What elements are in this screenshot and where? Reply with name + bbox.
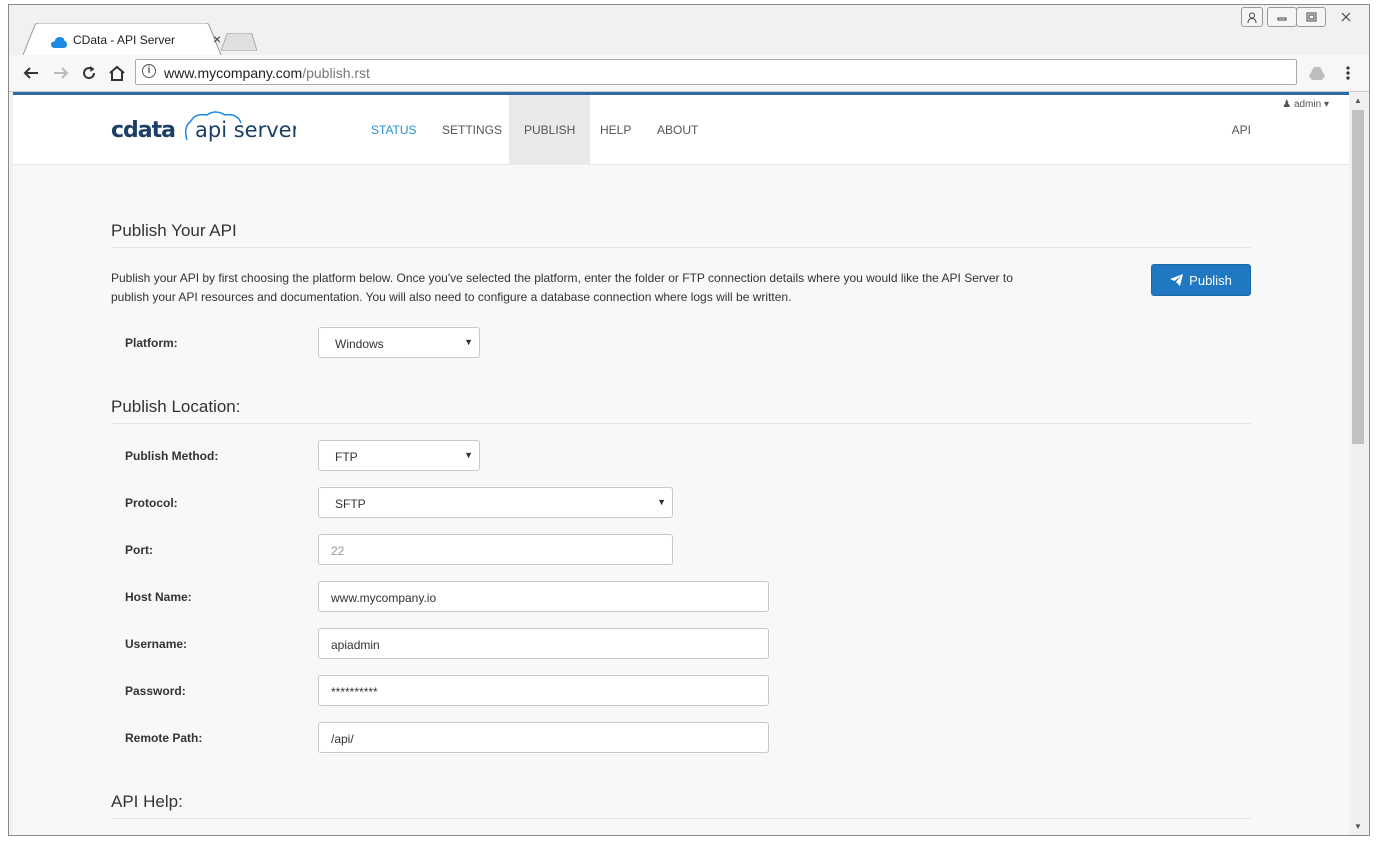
chevron-down-icon: ▼ xyxy=(464,450,473,460)
username-field[interactable]: apiadmin xyxy=(318,628,769,659)
home-icon[interactable] xyxy=(105,61,129,85)
caret-down-icon: ▾ xyxy=(1323,99,1329,110)
url-host: www.mycompany.com xyxy=(164,65,303,81)
user-name: admin xyxy=(1293,99,1322,110)
chevron-down-icon: ▼ xyxy=(657,497,666,507)
user-profile-icon[interactable] xyxy=(1241,7,1263,27)
nav-about[interactable]: ABOUT xyxy=(642,95,713,165)
drive-extension-icon[interactable] xyxy=(1305,61,1329,85)
protocol-label: Protocol: xyxy=(125,496,178,510)
api-help-heading: API Help: xyxy=(111,792,183,811)
divider xyxy=(111,423,1251,424)
username-value: apiadmin xyxy=(331,638,380,652)
protocol-select[interactable]: SFTP ▼ xyxy=(318,487,673,518)
cdata-logo[interactable]: cdata api server xyxy=(111,109,301,150)
paper-plane-icon xyxy=(1170,274,1184,286)
address-bar[interactable]: i www.mycompany.com/publish.rst xyxy=(135,59,1297,85)
cloud-icon xyxy=(51,35,67,53)
publish-button[interactable]: Publish xyxy=(1151,264,1251,296)
platform-select[interactable]: Windows ▼ xyxy=(318,327,480,358)
close-tab-icon[interactable]: × xyxy=(213,31,221,47)
divider xyxy=(111,818,1251,819)
url-text: www.mycompany.com/publish.rst xyxy=(164,65,370,81)
nav-status[interactable]: STATUS xyxy=(356,95,432,165)
svg-text:cdata: cdata xyxy=(111,118,175,143)
chevron-down-icon: ▼ xyxy=(464,337,473,347)
method-value: FTP xyxy=(335,450,358,464)
tab-title: CData - API Server xyxy=(73,33,176,47)
password-value: ********** xyxy=(331,685,378,699)
remote-path-field[interactable]: /api/ xyxy=(318,722,769,753)
password-label: Password: xyxy=(125,684,186,698)
location-heading: Publish Location: xyxy=(111,397,241,416)
protocol-value: SFTP xyxy=(335,497,366,511)
publish-method-select[interactable]: FTP ▼ xyxy=(318,440,480,471)
browser-tab[interactable]: CData - API Server × xyxy=(23,23,222,55)
url-path: /publish.rst xyxy=(302,65,370,81)
host-name-field[interactable]: www.mycompany.io xyxy=(318,581,769,612)
scroll-up-icon[interactable]: ▲ xyxy=(1349,96,1367,105)
menu-icon[interactable] xyxy=(1336,61,1360,85)
new-tab-button[interactable] xyxy=(220,32,258,52)
maximize-icon[interactable] xyxy=(1296,7,1326,27)
browser-toolbar: i www.mycompany.com/publish.rst xyxy=(9,55,1369,92)
app-navbar: cdata api server STATUS SETTINGS PUBLISH… xyxy=(13,92,1349,165)
port-label: Port: xyxy=(125,543,153,557)
close-window-icon[interactable] xyxy=(1331,7,1361,27)
platform-label: Platform: xyxy=(125,336,178,350)
page-viewport: cdata api server STATUS SETTINGS PUBLISH… xyxy=(13,92,1367,835)
nav-publish[interactable]: PUBLISH xyxy=(509,95,591,165)
info-icon[interactable]: i xyxy=(142,64,156,78)
publish-heading: Publish Your API xyxy=(111,221,237,240)
host-label: Host Name: xyxy=(125,590,192,604)
method-label: Publish Method: xyxy=(125,449,219,463)
remote-path-label: Remote Path: xyxy=(125,731,203,745)
back-icon[interactable] xyxy=(19,61,43,85)
page-scrollbar[interactable]: ▲ ▼ xyxy=(1349,92,1367,835)
user-icon: ♟ xyxy=(1282,99,1292,110)
publish-description: Publish your API by first choosing the p… xyxy=(111,271,1013,304)
nav-settings[interactable]: SETTINGS xyxy=(427,95,517,165)
minimize-icon[interactable] xyxy=(1267,7,1297,27)
user-menu[interactable]: ♟ admin ▾ xyxy=(1282,99,1329,110)
browser-window: CData - API Server × i www.mycompany.com… xyxy=(8,4,1370,836)
port-value: 22 xyxy=(331,544,345,558)
password-field[interactable]: ********** xyxy=(318,675,769,706)
platform-value: Windows xyxy=(335,337,384,351)
reload-icon[interactable] xyxy=(77,61,101,85)
nav-api[interactable]: API xyxy=(1232,95,1251,165)
publish-content: Publish Your API Publish your API by fir… xyxy=(13,165,1349,835)
nav-help[interactable]: HELP xyxy=(585,95,646,165)
port-field[interactable]: 22 xyxy=(318,534,673,565)
host-value: www.mycompany.io xyxy=(331,591,437,605)
forward-icon[interactable] xyxy=(49,61,73,85)
scrollbar-thumb[interactable] xyxy=(1352,110,1364,444)
divider xyxy=(111,247,1251,248)
title-bar: CData - API Server × xyxy=(9,5,1369,55)
username-label: Username: xyxy=(125,637,188,651)
scroll-down-icon[interactable]: ▼ xyxy=(1349,822,1367,831)
svg-text:api server: api server xyxy=(195,118,296,142)
publish-button-label: Publish xyxy=(1189,272,1232,288)
remote-path-value: /api/ xyxy=(331,732,354,746)
